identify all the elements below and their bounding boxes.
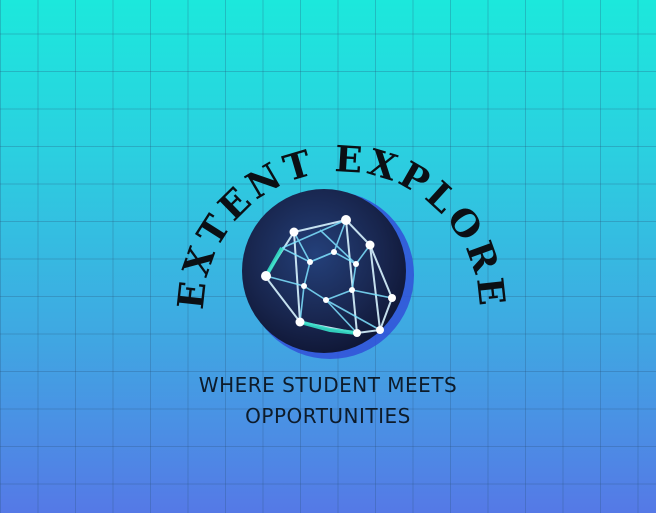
logo-graphic: EXTENT EXPLORE [170, 138, 509, 359]
polyhedron-network-icon [242, 189, 414, 359]
logo-canvas: EXTENT EXPLORE WHERE STUDENT MEETS OPPOR… [0, 0, 656, 513]
tagline-line-2: OPPORTUNITIES [245, 404, 411, 428]
tagline-line-1: WHERE STUDENT MEETS [198, 373, 458, 397]
canvas-margin [656, 0, 664, 513]
